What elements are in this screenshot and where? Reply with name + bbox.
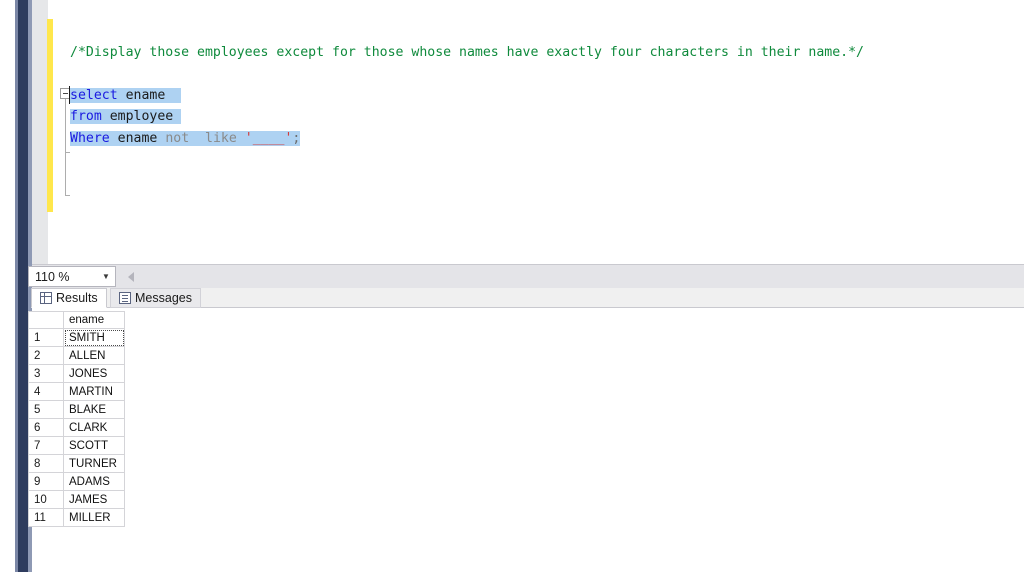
code-line-from: from employee — [70, 106, 182, 127]
table-row: 2 ALLEN — [28, 346, 125, 365]
grid-cell-ename[interactable]: JONES — [63, 364, 125, 383]
grid-cell-ename[interactable]: MILLER — [63, 508, 125, 527]
sql-keyword-like: like — [205, 131, 237, 146]
row-number: 3 — [28, 364, 64, 383]
sql-keyword-where: Where — [70, 131, 110, 146]
grid-cell-ename[interactable]: SCOTT — [63, 436, 125, 455]
splitter-collapse-arrow-icon[interactable] — [128, 272, 134, 282]
sql-identifier-ename-where: ename — [117, 131, 158, 146]
results-pane: Results Messages ename 1 SMITH 2 ALLEN 3 JO… — [28, 288, 1024, 572]
sql-semicolon: ; — [292, 131, 301, 146]
grid-column-header-ename[interactable]: ename — [63, 311, 125, 329]
row-number: 7 — [28, 436, 64, 455]
row-number: 9 — [28, 472, 64, 491]
row-number: 8 — [28, 454, 64, 473]
sql-identifier-employee: employee — [109, 109, 174, 124]
grid-cell-ename[interactable]: BLAKE — [63, 400, 125, 419]
row-number: 4 — [28, 382, 64, 401]
sql-keyword-select: select — [70, 88, 118, 103]
zoom-level-combobox[interactable]: 110 % ▼ — [28, 266, 116, 287]
results-tabstrip: Results Messages — [31, 288, 1024, 308]
grid-cell-ename[interactable]: MARTIN — [63, 382, 125, 401]
sql-identifier-ename: ename — [125, 88, 166, 103]
grid-cell-ename[interactable]: CLARK — [63, 418, 125, 437]
table-row: 11 MILLER — [28, 508, 125, 527]
table-row: 4 MARTIN — [28, 382, 125, 401]
selection-pad — [173, 109, 181, 124]
tab-results-label: Results — [56, 291, 98, 305]
chevron-down-icon[interactable]: ▼ — [97, 272, 115, 281]
table-row: 6 CLARK — [28, 418, 125, 437]
grid-cell-ename[interactable]: ADAMS — [63, 472, 125, 491]
tab-messages[interactable]: Messages — [110, 288, 201, 308]
grid-header-row: ename — [28, 311, 125, 329]
grid-cell-ename[interactable]: TURNER — [63, 454, 125, 473]
selection-pad — [165, 88, 181, 103]
zoom-level-value: 110 % — [35, 269, 70, 284]
code-text-area[interactable]: /*Display those employees except for tho… — [32, 0, 1024, 264]
grid-cell-ename[interactable]: JAMES — [63, 490, 125, 509]
row-number: 6 — [28, 418, 64, 437]
ssms-window: /*Display those employees except for tho… — [0, 0, 1024, 572]
table-row: 5 BLAKE — [28, 400, 125, 419]
sql-string-literal: '____' — [244, 131, 293, 146]
code-comment-line: /*Display those employees except for tho… — [70, 45, 864, 60]
row-number: 1 — [28, 328, 64, 347]
row-number: 5 — [28, 400, 64, 419]
tab-messages-label: Messages — [135, 291, 192, 305]
table-row: 1 SMITH — [28, 328, 125, 347]
table-row: 9 ADAMS — [28, 472, 125, 491]
code-line-where: Where ename not like '____'; — [70, 128, 301, 149]
sql-keyword-from: from — [70, 109, 102, 124]
text-caret — [69, 86, 70, 104]
table-row: 3 JONES — [28, 364, 125, 383]
editor-zoom-bar: 110 % ▼ — [28, 264, 1024, 288]
sql-editor-pane[interactable]: /*Display those employees except for tho… — [32, 0, 1024, 264]
table-row: 8 TURNER — [28, 454, 125, 473]
grid-cell-ename[interactable]: SMITH — [63, 328, 125, 347]
tab-results[interactable]: Results — [31, 288, 107, 308]
message-icon — [119, 292, 131, 304]
table-row: 7 SCOTT — [28, 436, 125, 455]
window-left-rail — [18, 0, 28, 572]
grid-cell-ename[interactable]: ALLEN — [63, 346, 125, 365]
row-number: 11 — [28, 508, 64, 527]
grid-rownum-header — [28, 311, 64, 329]
results-grid[interactable]: ename 1 SMITH 2 ALLEN 3 JONES 4 MARTIN 5 BLAK… — [28, 311, 125, 527]
code-line-select: select ename — [70, 85, 182, 106]
row-number: 2 — [28, 346, 64, 365]
sql-keyword-not: not — [165, 131, 190, 146]
grid-icon — [40, 292, 52, 304]
row-number: 10 — [28, 490, 64, 509]
table-row: 10 JAMES — [28, 490, 125, 509]
